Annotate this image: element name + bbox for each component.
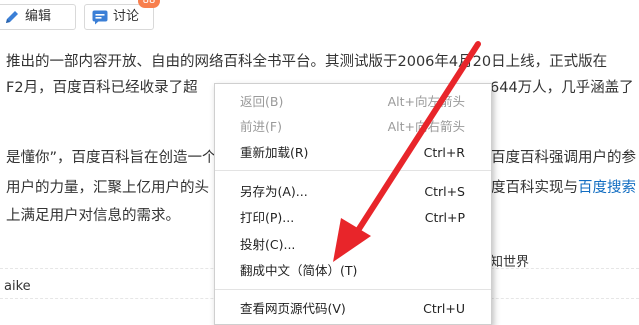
red-arrow-annotation <box>333 41 481 262</box>
